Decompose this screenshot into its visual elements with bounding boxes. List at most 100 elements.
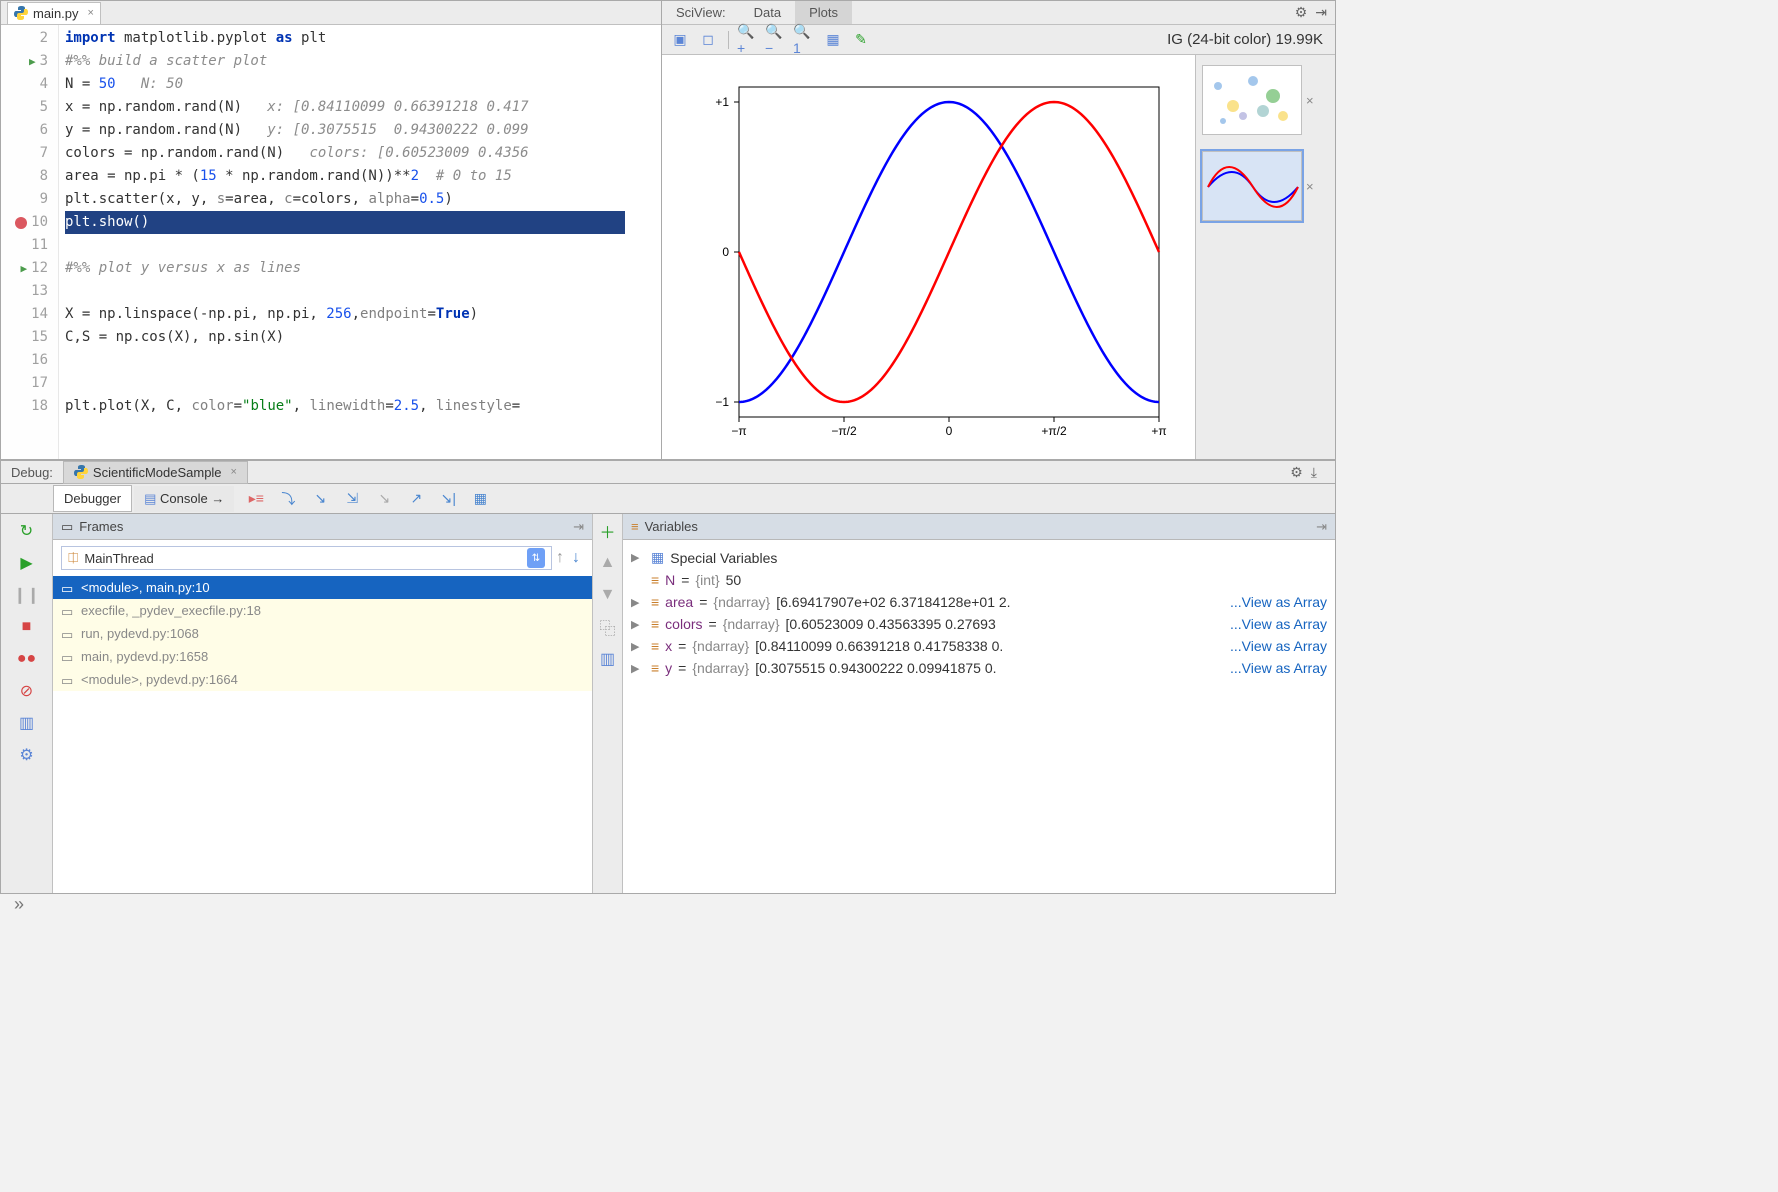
svg-text:−π/2: −π/2	[831, 424, 857, 438]
nav-down-icon[interactable]: ▼	[597, 584, 619, 606]
gear-icon[interactable]: ⚙	[1290, 464, 1303, 481]
sciview-title: SciView:	[662, 5, 740, 20]
frame-item[interactable]: ▭<module>, pydevd.py:1664	[53, 668, 592, 691]
mute-breakpoints-icon[interactable]: ⊘	[16, 680, 38, 702]
plot-area: −1 0 +1 −π −π/2 0 +π/2 +π	[662, 55, 1195, 459]
eval-expr-icon[interactable]: ▦	[468, 487, 492, 511]
debug-toolbar: Debugger ▤ Console → ▸≡ ⤵ ↘ ⇲ ↘ ↗ ↘| ▦	[0, 484, 1336, 514]
frames-title: Frames	[79, 519, 123, 534]
frames-icon: ▭	[61, 519, 73, 535]
resume-icon[interactable]: ▶	[16, 552, 38, 574]
sciview-toolbar: ▣ ◻ 🔍+ 🔍− 🔍1 ▦ ✎ IG (24-bit color) 19.99…	[662, 25, 1335, 55]
svg-text:+1: +1	[715, 95, 729, 109]
variable-list[interactable]: ▶▦ Special Variables≡ N = {int} 50▶≡ are…	[623, 540, 1335, 685]
thread-name: MainThread	[84, 551, 153, 566]
collapse-icon[interactable]: ⇥	[1316, 519, 1327, 535]
chevron-updown-icon[interactable]: ⇅	[527, 548, 545, 568]
variable-row[interactable]: ▶≡ y = {ndarray} [0.3075515 0.94300222 0…	[631, 657, 1327, 679]
actual-size-icon[interactable]: ◻	[696, 28, 720, 52]
thread-selector-row: ⎅ MainThread ⇅ ↑ ↓	[61, 546, 584, 570]
frames-pane: ▭ Frames ⇥ ⎅ MainThread ⇅ ↑ ↓ ▭<module>,…	[53, 514, 593, 893]
variable-row[interactable]: ▶≡ area = {ndarray} [6.69417907e+02 6.37…	[631, 591, 1327, 613]
vars-title: Variables	[645, 519, 698, 534]
line-gutter: 2▶34567891011▶12131415161718	[1, 25, 59, 459]
settings-icon[interactable]: ⚙	[16, 744, 38, 766]
frame-item[interactable]: ▭<module>, main.py:10	[53, 576, 592, 599]
step-out-icon[interactable]: ↗	[404, 487, 428, 511]
variables-pane: ≡ Variables ⇥ ▶▦ Special Variables≡ N = …	[623, 514, 1335, 893]
view-breakpoints-icon[interactable]: ●●	[16, 648, 38, 670]
gear-icon[interactable]: ⚙	[1295, 4, 1308, 21]
frame-list[interactable]: ▭<module>, main.py:10▭execfile, _pydev_e…	[53, 576, 592, 893]
vars-icon: ≡	[631, 519, 639, 534]
zoom-in-icon[interactable]: 🔍+	[737, 28, 761, 52]
python-file-icon	[14, 6, 28, 20]
stop-icon[interactable]: ■	[16, 616, 38, 638]
close-thumb-icon[interactable]: ×	[1306, 93, 1314, 108]
zoom-out-icon[interactable]: 🔍−	[765, 28, 789, 52]
svg-text:+π: +π	[1151, 424, 1166, 438]
eyedropper-icon[interactable]: ✎	[849, 28, 873, 52]
vars-header: ≡ Variables ⇥	[623, 514, 1335, 540]
nav-up-icon[interactable]: ▲	[597, 552, 619, 574]
svg-text:−1: −1	[715, 395, 729, 409]
step-into-icon[interactable]: ↘	[308, 487, 332, 511]
editor-tab-bar: main.py ×	[1, 1, 661, 25]
collapse-icon[interactable]: ⇥	[573, 519, 584, 535]
close-thumb-icon[interactable]: ×	[1306, 179, 1314, 194]
close-icon[interactable]: ×	[88, 7, 94, 19]
frame-item[interactable]: ▭run, pydevd.py:1068	[53, 622, 592, 645]
tab-data[interactable]: Data	[740, 1, 795, 24]
layout-icon[interactable]: ▥	[16, 712, 38, 734]
rerun-icon[interactable]: ↻	[16, 520, 38, 542]
frame-item[interactable]: ▭execfile, _pydev_execfile.py:18	[53, 599, 592, 622]
close-icon[interactable]: ×	[231, 466, 237, 478]
zoom-reset-icon[interactable]: 🔍1	[793, 28, 817, 52]
pause-icon[interactable]: ❙❙	[16, 584, 38, 606]
variable-row[interactable]: ≡ N = {int} 50	[631, 569, 1327, 591]
inspect-icon[interactable]: ▥	[597, 648, 619, 670]
sciview-pane: SciView: Data Plots ⚙ ⇥ ▣ ◻ 🔍+ 🔍− 🔍1 ▦ ✎…	[662, 0, 1336, 460]
debug-config-label: ScientificModeSample	[93, 465, 222, 480]
show-exec-icon[interactable]: ▸≡	[244, 487, 268, 511]
hide-icon[interactable]: ⇥	[1315, 4, 1327, 21]
more-toolwindows-icon[interactable]: »	[14, 894, 1336, 915]
thumb-sincos[interactable]	[1202, 151, 1302, 221]
thread-icon: ⎅	[68, 550, 78, 566]
svg-text:+π/2: +π/2	[1041, 424, 1067, 438]
step-into-my-icon[interactable]: ⇲	[340, 487, 364, 511]
svg-text:0: 0	[945, 424, 952, 438]
debug-header: Debug: ScientificModeSample × ⚙ ⤓	[0, 460, 1336, 484]
copy-icon[interactable]: ⿻	[597, 616, 619, 638]
tab-console[interactable]: ▤ Console →	[134, 486, 234, 512]
frame-item[interactable]: ▭main, pydevd.py:1658	[53, 645, 592, 668]
force-step-icon[interactable]: ↘	[372, 487, 396, 511]
run-to-cursor-icon[interactable]: ↘|	[436, 487, 460, 511]
frame-down-icon[interactable]: ↓	[572, 549, 580, 567]
plot-info: IG (24-bit color) 19.99K	[1167, 31, 1329, 48]
thumb-scatter[interactable]	[1202, 65, 1302, 135]
add-watch-icon[interactable]: ＋	[597, 520, 619, 542]
debug-title: Debug:	[11, 465, 53, 480]
fit-icon[interactable]: ▣	[668, 28, 692, 52]
editor-tab-label: main.py	[33, 6, 79, 21]
python-run-icon	[74, 465, 88, 479]
svg-text:−π: −π	[731, 424, 746, 438]
frame-up-icon[interactable]: ↑	[556, 549, 564, 567]
download-icon[interactable]: ⤓	[1311, 464, 1317, 481]
thread-combo[interactable]: ⎅ MainThread ⇅	[61, 546, 552, 570]
tab-plots[interactable]: Plots	[795, 1, 852, 24]
editor-tab-main[interactable]: main.py ×	[7, 2, 101, 24]
variable-row[interactable]: ▶≡ colors = {ndarray} [0.60523009 0.4356…	[631, 613, 1327, 635]
grid-icon[interactable]: ▦	[821, 28, 845, 52]
variable-row[interactable]: ▶≡ x = {ndarray} [0.84110099 0.66391218 …	[631, 635, 1327, 657]
tab-debugger[interactable]: Debugger	[53, 485, 132, 512]
frames-header: ▭ Frames ⇥	[53, 514, 592, 540]
code-area[interactable]: 2▶34567891011▶12131415161718 import matp…	[1, 25, 661, 459]
code-text[interactable]: import matplotlib.pyplot as plt#%% build…	[59, 25, 661, 459]
editor-pane: main.py × 2▶34567891011▶12131415161718 i…	[0, 0, 662, 460]
sciview-header: SciView: Data Plots ⚙ ⇥	[662, 1, 1335, 25]
svg-text:0: 0	[722, 245, 729, 259]
step-over-icon[interactable]: ⤵	[276, 487, 300, 511]
debug-config-tab[interactable]: ScientificModeSample ×	[63, 461, 248, 484]
